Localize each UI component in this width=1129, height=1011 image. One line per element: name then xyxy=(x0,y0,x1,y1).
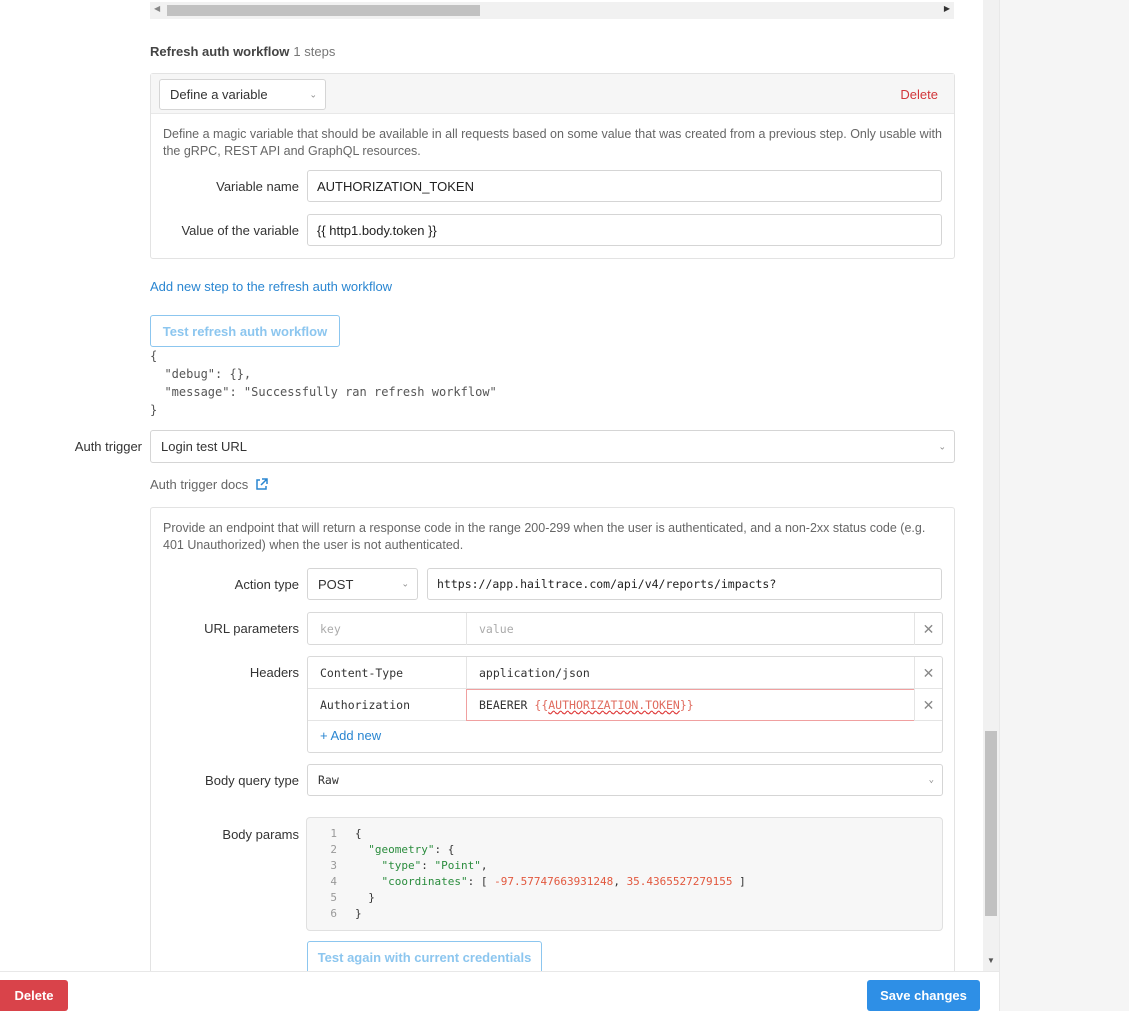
header-key-input[interactable]: Authorization xyxy=(308,689,467,721)
body-query-type-select[interactable]: Raw ⌄ xyxy=(307,764,943,796)
code-line: "geometry": { xyxy=(368,843,455,856)
header-value-input[interactable]: application/json xyxy=(467,657,915,689)
refresh-workflow-title: Refresh auth workflow 1 steps xyxy=(150,44,335,59)
workflow-step-header: Define a variable ⌄ Delete xyxy=(151,74,954,114)
code-number: -97.57747663931248 xyxy=(494,875,614,888)
refresh-workflow-step-count: 1 steps xyxy=(293,44,336,59)
variable-name-label: Variable name xyxy=(216,179,299,194)
line-number: 1 xyxy=(330,827,337,840)
body-params-code-editor[interactable]: 1 2 3 4 5 6 { "geometry": { "type": "Poi… xyxy=(306,817,943,931)
horizontal-scrollbar[interactable]: ◀ ▶ xyxy=(150,2,954,19)
auth-trigger-docs-link[interactable]: Auth trigger docs xyxy=(150,477,269,492)
code-line: } xyxy=(355,890,746,906)
external-link-icon xyxy=(255,478,269,491)
url-param-value-input[interactable]: value xyxy=(467,613,915,645)
action-url-input[interactable]: https://app.hailtrace.com/api/v4/reports… xyxy=(427,568,942,600)
remove-header-icon[interactable]: ✕ xyxy=(914,657,942,689)
template-variable-name: AUTHORIZATION.TOKEN xyxy=(548,698,680,712)
url-parameters-table: key value ✕ xyxy=(307,612,943,645)
step-description: Define a magic variable that should be a… xyxy=(163,127,942,158)
url-parameters-label: URL parameters xyxy=(204,621,299,636)
auth-trigger-docs-text: Auth trigger docs xyxy=(150,477,249,492)
action-type-label: Action type xyxy=(234,577,299,592)
template-close: }} xyxy=(679,698,694,712)
code-key: "type" xyxy=(381,859,422,872)
header-value-prefix: BEAERER xyxy=(479,698,535,712)
line-number: 2 xyxy=(330,843,337,856)
workflow-step-card: Define a variable ⌄ Delete Define a magi… xyxy=(150,73,955,259)
code-token: } xyxy=(355,907,362,920)
step-type-select[interactable]: Define a variable ⌄ xyxy=(159,79,326,110)
line-number: 3 xyxy=(330,859,337,872)
url-param-key-input[interactable]: key xyxy=(308,613,467,645)
chevron-down-icon: ⌄ xyxy=(928,775,934,785)
table-row: Authorization BEAERER {{AUTHORIZATION.TO… xyxy=(308,689,942,721)
variable-value-input[interactable]: {{ http1.body.token }} xyxy=(307,214,942,246)
template-open: {{ xyxy=(534,698,549,712)
headers-table: Content-Type application/json ✕ Authoriz… xyxy=(307,656,943,753)
code-number: 35.4365527279155 xyxy=(626,875,733,888)
test-refresh-workflow-button[interactable]: Test refresh auth workflow xyxy=(150,315,340,347)
header-value-input[interactable]: BEAERER {{AUTHORIZATION.TOKEN}} xyxy=(466,689,915,721)
variable-value-label: Value of the variable xyxy=(181,223,299,238)
auth-trigger-description: Provide an endpoint that will return a r… xyxy=(163,521,926,552)
remove-param-icon[interactable]: ✕ xyxy=(914,613,942,645)
code-token: { xyxy=(355,827,362,840)
save-changes-button[interactable]: Save changes xyxy=(867,980,980,1011)
code-content: { "geometry": { "type": "Point", "coordi… xyxy=(355,826,746,922)
chevron-down-icon: ⌄ xyxy=(401,578,409,589)
body-query-type-label: Body query type xyxy=(205,773,299,788)
action-method-value: POST xyxy=(318,576,354,592)
step-type-value: Define a variable xyxy=(170,87,268,102)
template-variable: {{AUTHORIZATION.TOKEN}} xyxy=(534,698,693,712)
auth-trigger-select[interactable]: Login test URL ⌄ xyxy=(150,430,955,463)
add-refresh-step-link[interactable]: Add new step to the refresh auth workflo… xyxy=(150,279,392,294)
delete-button[interactable]: Delete xyxy=(0,980,68,1011)
chevron-down-icon: ⌄ xyxy=(938,441,946,451)
variable-name-input[interactable]: AUTHORIZATION_TOKEN xyxy=(307,170,942,202)
auth-trigger-value: Login test URL xyxy=(161,439,247,454)
line-number: 4 xyxy=(330,875,337,888)
right-side-panel xyxy=(999,0,1129,1011)
action-method-select[interactable]: POST ⌄ xyxy=(307,568,418,600)
scroll-left-arrow-icon[interactable]: ◀ xyxy=(154,4,160,13)
code-line: "coordinates": [ -97.57747663931248, 35.… xyxy=(381,875,746,888)
auth-trigger-label: Auth trigger xyxy=(74,439,142,454)
headers-label: Headers xyxy=(249,665,299,680)
code-token: } xyxy=(368,891,375,904)
chevron-down-icon: ⌄ xyxy=(309,89,317,99)
table-row: Content-Type application/json ✕ xyxy=(308,657,942,689)
scroll-right-arrow-icon[interactable]: ▶ xyxy=(944,4,950,13)
code-line: "type": "Point", xyxy=(381,859,488,872)
vertical-scrollbar-thumb[interactable] xyxy=(985,731,997,916)
delete-step-link[interactable]: Delete xyxy=(900,87,938,102)
body-params-label: Body params xyxy=(222,827,299,842)
code-key: "coordinates" xyxy=(381,875,468,888)
add-header-link[interactable]: + Add new xyxy=(320,728,381,743)
footer-bar xyxy=(0,971,999,1011)
code-key: "geometry" xyxy=(368,843,435,856)
line-number: 5 xyxy=(330,891,337,904)
code-line: } xyxy=(355,906,746,922)
refresh-test-output: { "debug": {}, "message": "Successfully … xyxy=(150,349,497,417)
code-line: { xyxy=(355,826,746,842)
refresh-workflow-title-text: Refresh auth workflow xyxy=(150,44,290,59)
header-key-input[interactable]: Content-Type xyxy=(308,657,467,689)
horizontal-scrollbar-thumb[interactable] xyxy=(167,5,480,16)
scroll-down-arrow-icon[interactable]: ▼ xyxy=(987,956,995,965)
line-number: 6 xyxy=(330,907,337,920)
code-string: "Point" xyxy=(434,859,481,872)
body-query-type-value: Raw xyxy=(318,773,339,787)
vertical-scrollbar[interactable]: ▼ xyxy=(983,0,999,971)
test-again-button[interactable]: Test again with current credentials xyxy=(307,941,542,974)
line-number-gutter: 1 2 3 4 5 6 xyxy=(307,826,343,922)
remove-header-icon[interactable]: ✕ xyxy=(914,689,942,721)
